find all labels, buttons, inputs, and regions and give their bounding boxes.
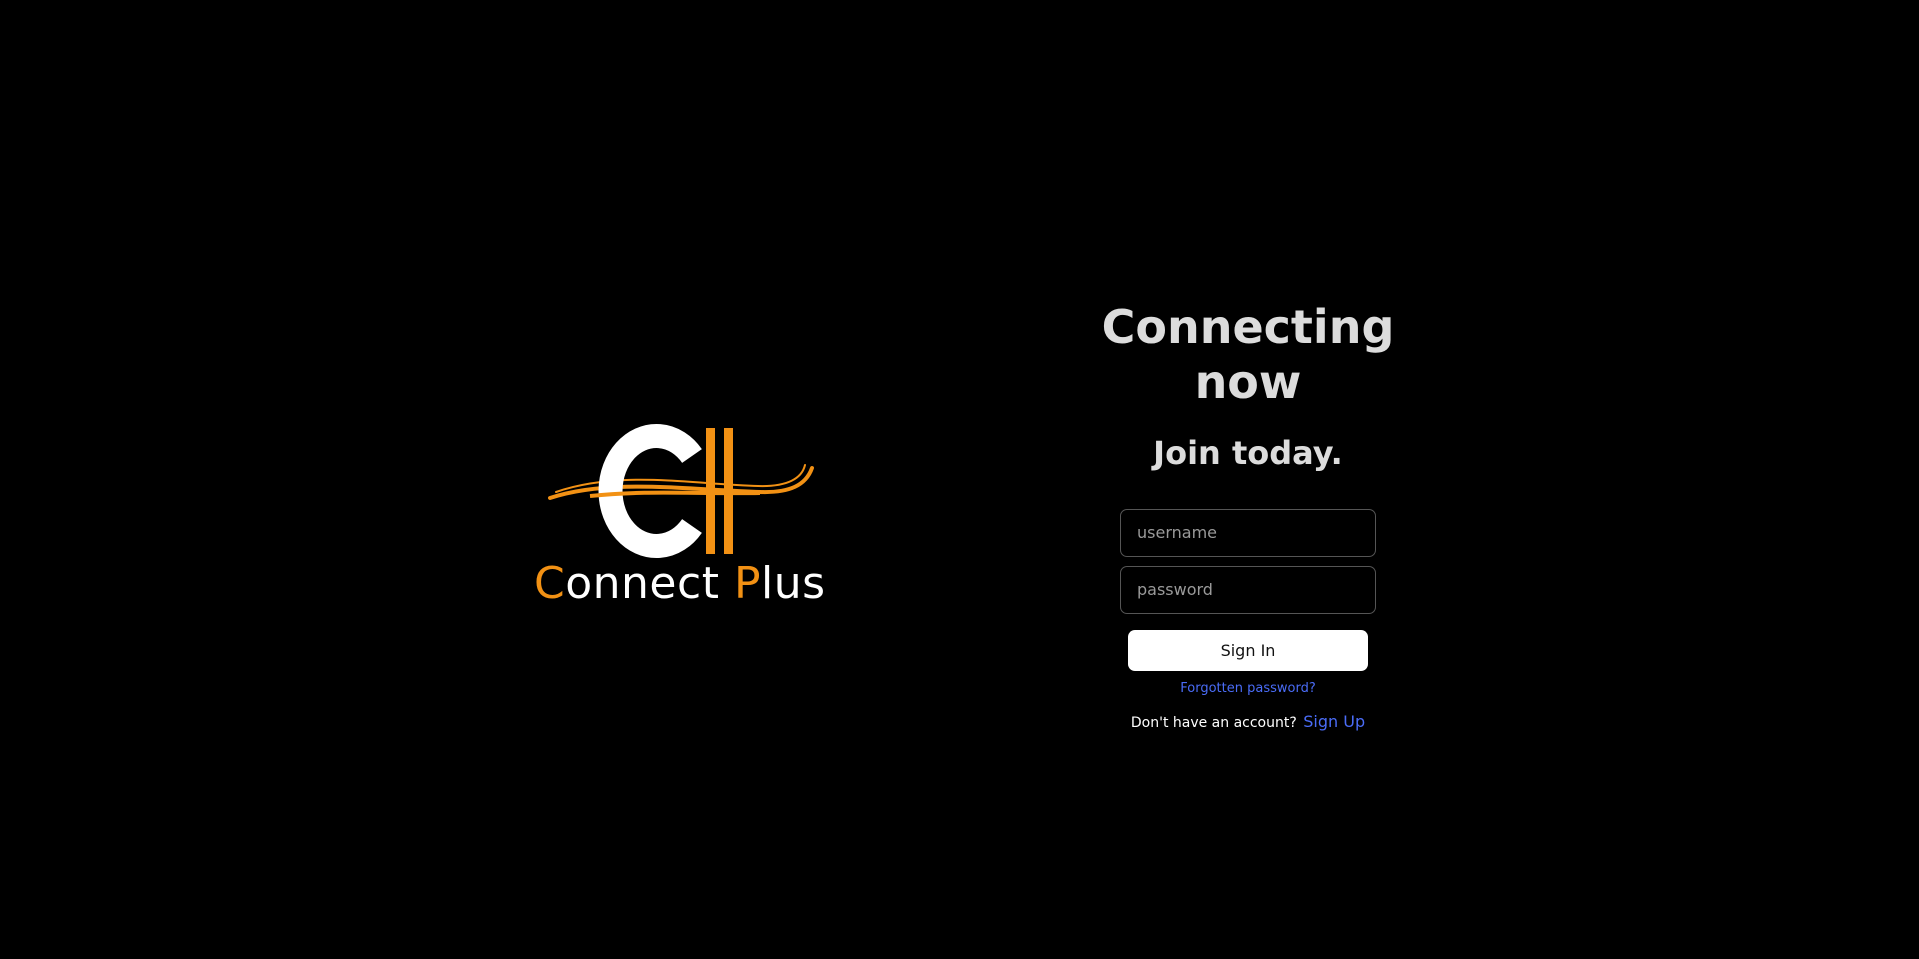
forgot-password-link[interactable]: Forgotten password? <box>1180 681 1315 696</box>
wordmark-onnect: onnect <box>565 558 720 609</box>
no-account-text: Don't have an account? <box>1130 714 1297 731</box>
connect-plus-logo: Connect Plus <box>520 410 830 610</box>
logo-mark-icon <box>548 424 814 558</box>
wordmark-letter-p: P <box>733 558 761 609</box>
username-input[interactable] <box>1120 508 1376 557</box>
wordmark-lus: lus <box>761 558 826 609</box>
login-panel: Connecting now Join today. Sign In Forgo… <box>1048 300 1448 731</box>
login-page: Connect Plus Connecting now Join today. … <box>0 0 1919 959</box>
signup-row: Don't have an account? Sign Up <box>1048 712 1448 731</box>
sign-up-link[interactable]: Sign Up <box>1303 712 1365 731</box>
wordmark-letter-c: C <box>534 558 566 609</box>
sign-in-button[interactable]: Sign In <box>1128 629 1368 671</box>
password-input[interactable] <box>1120 565 1376 614</box>
page-title: Connecting now <box>1101 300 1395 410</box>
logo-wordmark: Connect Plus <box>534 558 826 609</box>
page-subtitle: Join today. <box>1153 434 1343 473</box>
